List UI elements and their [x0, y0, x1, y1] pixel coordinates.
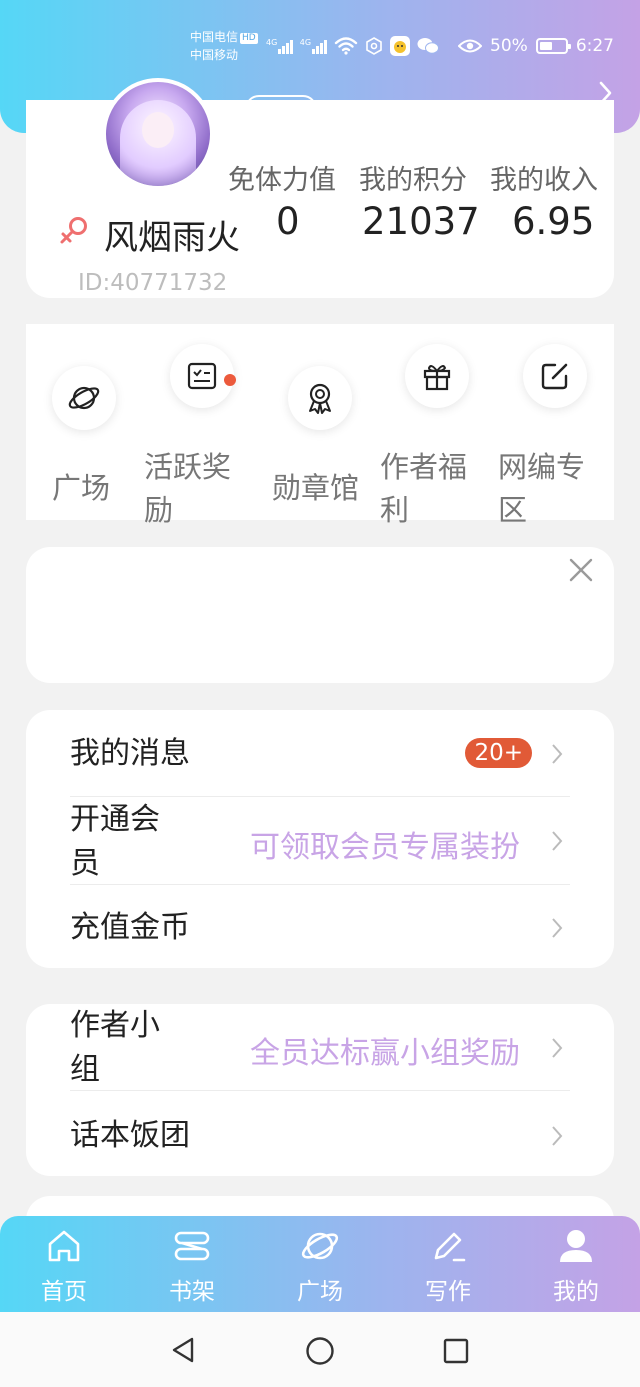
- pen-icon: [434, 1232, 466, 1262]
- battery-fill: [539, 42, 552, 50]
- tab-write[interactable]: 写作: [384, 1216, 512, 1312]
- person-icon: [560, 1230, 592, 1262]
- planet-icon: [301, 1232, 339, 1260]
- settings-hexagon-icon: [365, 37, 382, 55]
- tab-label: 广场: [297, 1279, 343, 1305]
- menu-item-recharge[interactable]: 充值金币: [26, 884, 614, 968]
- edit-icon: [523, 344, 587, 408]
- battery-percent: 50%: [490, 36, 528, 56]
- menu-label: 话本饭团: [70, 1118, 190, 1153]
- menu-item-fan-group[interactable]: 话本饭团: [26, 1090, 614, 1176]
- user-id: ID:40771732: [78, 270, 228, 296]
- menu-label: 作者小组: [70, 1008, 160, 1087]
- signal-icon-2: 4G: [300, 38, 327, 54]
- bookshelf-icon: [174, 1231, 210, 1261]
- tab-bookshelf[interactable]: 书架: [128, 1216, 256, 1312]
- tab-label: 首页: [41, 1279, 87, 1305]
- battery-icon: [535, 38, 571, 54]
- planet-icon: [52, 366, 116, 430]
- tab-label: 我的: [553, 1279, 599, 1305]
- menu-subtitle: 全员达标赢小组奖励: [250, 1036, 520, 1071]
- nickname: 风烟雨火: [104, 218, 240, 258]
- avatar[interactable]: [102, 78, 214, 190]
- carrier-1: 中国电信: [190, 30, 239, 44]
- gift-icon: [405, 344, 469, 408]
- stat-labels: 免体力值 我的积分 我的收入: [228, 158, 621, 197]
- shortcut-grid: 广场 活跃奖励 勋章馆 作者福利 网编专区: [26, 324, 614, 527]
- hd-badge: HD: [240, 33, 258, 44]
- carrier-info: 中国电信 HD 中国移动: [190, 28, 258, 64]
- stat-value-stamina[interactable]: 0: [276, 200, 300, 243]
- ad-banner[interactable]: [26, 547, 614, 683]
- menu-item-author-group[interactable]: 作者小组 全员达标赢小组奖励: [26, 1004, 614, 1090]
- chevron-right-icon: [552, 744, 563, 764]
- network-type-2: 4G: [299, 38, 312, 47]
- recents-icon[interactable]: [442, 1337, 470, 1365]
- menu-item-messages[interactable]: 我的消息 20+: [26, 710, 614, 796]
- status-icons: 4G 4G: [266, 36, 439, 56]
- shortcut-label: 网编专区: [498, 450, 586, 527]
- shortcut-label: 活跃奖励: [144, 450, 232, 527]
- wifi-icon: [334, 37, 357, 55]
- chevron-right-icon: [552, 918, 563, 938]
- wechat-icon: [417, 38, 439, 54]
- clock: 6:27: [575, 36, 614, 56]
- tab-home[interactable]: 首页: [0, 1216, 128, 1312]
- signal-icon: 4G: [266, 38, 293, 54]
- stat-label: 免体力值: [228, 165, 336, 196]
- back-icon[interactable]: [170, 1336, 196, 1364]
- stat-value-income[interactable]: 6.95: [512, 200, 594, 243]
- unread-badge: 20+: [465, 738, 532, 768]
- network-type-1: 4G: [266, 38, 278, 47]
- carrier-2: 中国移动: [190, 48, 239, 62]
- notification-dot: [224, 374, 236, 386]
- menu-label: 开通会员: [70, 802, 160, 881]
- menu-subtitle: 可领取会员专属装扮: [250, 830, 520, 865]
- system-navigation-bar: [0, 1312, 640, 1387]
- tab-label: 书架: [169, 1279, 215, 1305]
- bottom-tab-bar: 首页 书架 广场 写作 我的: [0, 1216, 640, 1312]
- close-icon[interactable]: [568, 557, 594, 583]
- right-status: 50% 6:27: [458, 36, 614, 56]
- chevron-right-icon: [552, 1038, 563, 1058]
- tab-mine[interactable]: 我的: [512, 1216, 640, 1312]
- tab-plaza[interactable]: 广场: [256, 1216, 384, 1312]
- menu-label: 我的消息: [70, 736, 190, 771]
- stat-value-points[interactable]: 21037: [362, 200, 480, 243]
- shortcut-label: 作者福利: [380, 450, 468, 527]
- home-icon: [48, 1230, 80, 1262]
- menu-group-account: 我的消息 20+ 开通会员 可领取会员专属装扮 充值金币: [26, 710, 614, 968]
- level-badge: Lv8: [245, 95, 317, 123]
- home-circle-icon[interactable]: [305, 1336, 335, 1366]
- status-bar: 中国电信 HD 中国移动 4G 4G 50% 6:27: [0, 0, 640, 90]
- chevron-right-icon: [552, 1126, 563, 1146]
- app-notification-icon: [389, 36, 410, 56]
- chevron-right-icon: [552, 831, 563, 851]
- stat-label: 我的积分: [359, 165, 467, 196]
- female-icon: [60, 217, 87, 244]
- stat-label: 我的收入: [490, 165, 598, 196]
- eye-icon: [458, 39, 483, 53]
- medal-icon: [288, 366, 352, 430]
- menu-item-vip[interactable]: 开通会员 可领取会员专属装扮: [26, 796, 614, 884]
- menu-label: 充值金币: [70, 910, 190, 945]
- menu-group-community: 作者小组 全员达标赢小组奖励 话本饭团: [26, 1004, 614, 1176]
- shortcut-label: 勋章馆: [272, 471, 360, 505]
- tab-label: 写作: [425, 1279, 471, 1305]
